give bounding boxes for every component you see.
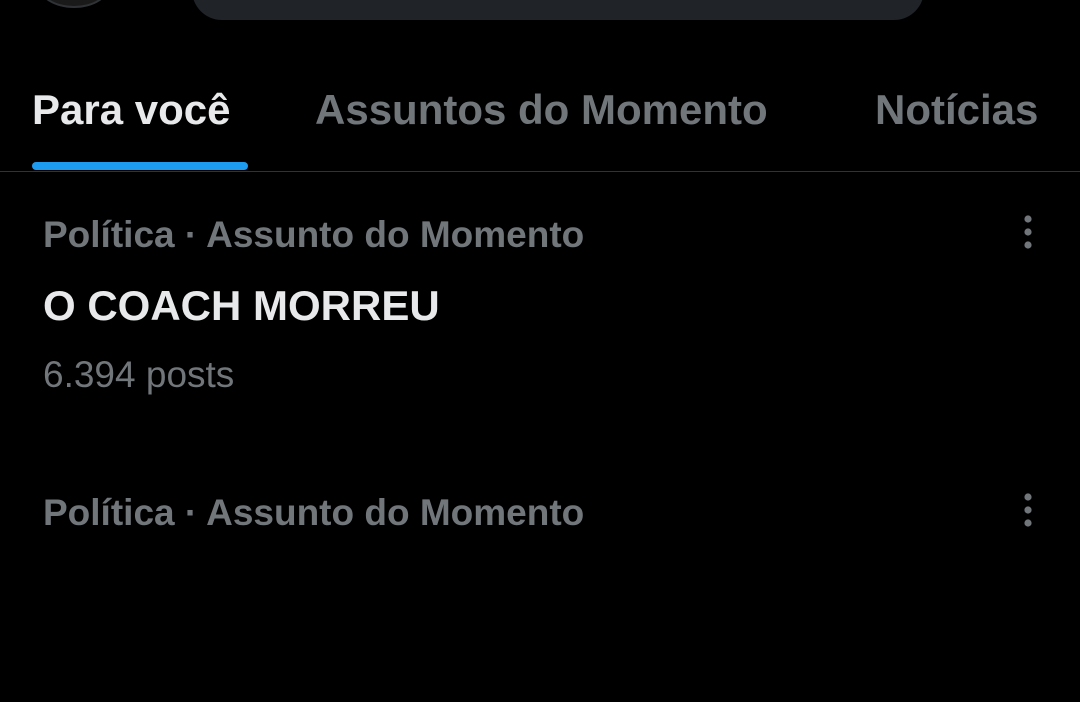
more-options-button[interactable] <box>1006 488 1050 532</box>
trend-category: Política · Assunto do Momento <box>43 492 585 533</box>
more-vertical-icon <box>1024 493 1032 527</box>
search-input[interactable] <box>192 0 924 20</box>
trend-category: Política · Assunto do Momento <box>43 214 585 255</box>
tab-bar: Para você Assuntos do Momento Notícias <box>0 58 1080 172</box>
trend-item[interactable]: Política · Assunto do Momento <box>0 452 1080 702</box>
tab-assuntos-do-momento[interactable]: Assuntos do Momento <box>315 86 768 134</box>
trend-item[interactable]: Política · Assunto do Momento O COACH MO… <box>0 174 1080 424</box>
trend-post-count: 6.394 posts <box>43 354 235 395</box>
tab-noticias[interactable]: Notícias <box>875 86 1038 134</box>
active-tab-indicator <box>32 162 248 170</box>
more-options-button[interactable] <box>1006 210 1050 254</box>
more-vertical-icon <box>1024 215 1032 249</box>
tab-para-voce[interactable]: Para você <box>32 86 230 134</box>
trend-title: O COACH MORREU <box>43 282 440 329</box>
avatar[interactable] <box>38 0 110 8</box>
